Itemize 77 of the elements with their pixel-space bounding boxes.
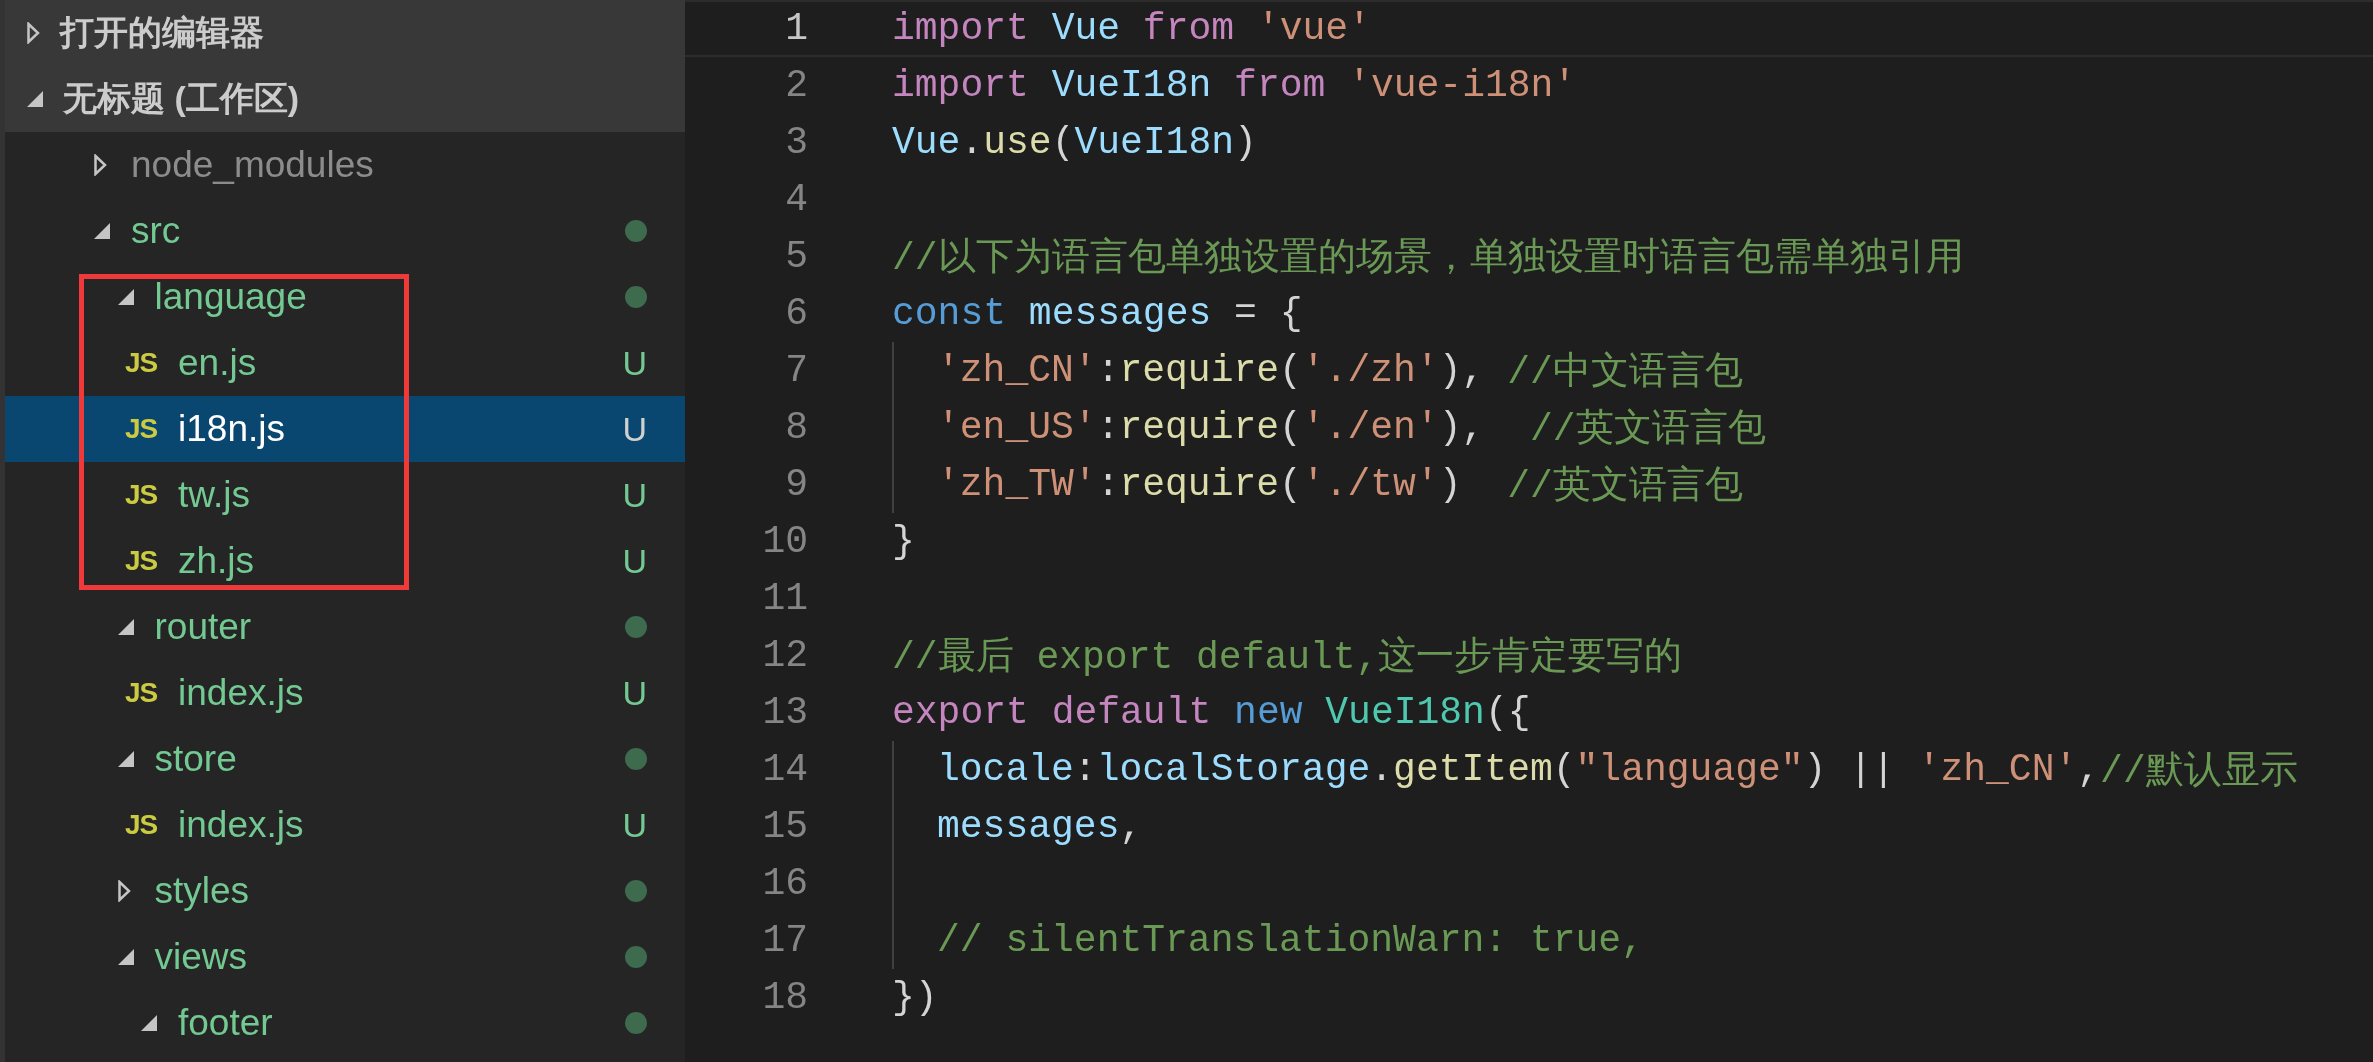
folder-row[interactable]: views	[5, 924, 685, 990]
js-file-icon: JS	[125, 413, 158, 445]
code-line: // silentTranslationWarn: true,	[892, 912, 1644, 969]
file-row[interactable]: JS en.js U	[5, 330, 685, 396]
folder-name: views	[154, 936, 249, 978]
file-row[interactable]: JS tw.js U	[5, 462, 685, 528]
line-number: 6	[784, 292, 808, 335]
section-header[interactable]: 无标题 (工作区)	[5, 66, 685, 132]
folder-name: styles	[154, 870, 251, 912]
file-name: tw.js	[178, 474, 251, 516]
file-row[interactable]: JS index.js U	[5, 792, 685, 858]
js-file-icon: JS	[125, 677, 158, 709]
js-file-icon: JS	[125, 545, 158, 577]
line-number: 4	[784, 178, 808, 221]
line-number: 3	[784, 121, 808, 164]
js-file-icon: JS	[125, 347, 158, 379]
file-name: zh.js	[178, 540, 256, 582]
folder-name: node_modules	[131, 144, 375, 186]
folder-name: router	[154, 606, 253, 648]
code-line: 'zh_CN':require('./zh'), //中文语言包	[892, 342, 1743, 399]
section-header[interactable]: 打开的编辑器	[5, 0, 685, 66]
folder-name: src	[131, 210, 182, 252]
folder-row[interactable]: language	[5, 264, 685, 330]
line-number: 2	[784, 64, 808, 107]
folder-row[interactable]: router	[5, 594, 685, 660]
section-title: 无标题 (工作区)	[63, 78, 300, 119]
line-number: 8	[784, 406, 808, 449]
code-line: }	[892, 519, 915, 565]
folder-row[interactable]: styles	[5, 858, 685, 924]
code-line: locale:localStorage.getItem("language") || 'zh_CN',//默认显示	[892, 741, 2298, 798]
file-row[interactable]: JS index.js U	[5, 660, 685, 726]
file-row[interactable]: JS zh.js U	[5, 528, 685, 594]
folder-name: footer	[178, 1002, 274, 1044]
line-number: 18	[761, 976, 808, 1019]
status-letter: U	[622, 673, 647, 713]
file-name: i18n.js	[178, 408, 286, 450]
status-letter: U	[622, 343, 647, 383]
status-letter: U	[622, 541, 647, 581]
code-line: })	[892, 975, 938, 1021]
line-number: 7	[784, 349, 808, 392]
js-file-icon: JS	[125, 809, 158, 841]
line-number: 12	[761, 634, 808, 677]
folder-row[interactable]: store	[5, 726, 685, 792]
line-number: 16	[761, 862, 808, 905]
file-name: index.js	[178, 672, 305, 714]
section-title: 打开的编辑器	[60, 12, 264, 53]
code-line: import VueI18n from 'vue-i18n'	[892, 63, 1577, 109]
status-letter: U	[622, 475, 647, 515]
folder-name: store	[154, 738, 238, 780]
folder-row[interactable]: footer	[5, 990, 685, 1056]
code-line: Vue.use(VueI18n)	[892, 120, 1257, 166]
status-letter: U	[622, 805, 647, 845]
status-letter: U	[622, 409, 647, 449]
file-name: en.js	[178, 342, 258, 384]
folder-row[interactable]: src	[5, 198, 685, 264]
line-number: 13	[761, 691, 808, 734]
line-number: 15	[761, 805, 808, 848]
line-number: 1	[784, 7, 808, 50]
code-line: const messages = {	[892, 291, 1303, 337]
code-line: 'zh_TW':require('./tw') //英文语言包	[892, 456, 1743, 513]
code-line: messages,	[892, 798, 1143, 855]
line-number: 17	[761, 919, 808, 962]
file-name: index.js	[178, 804, 305, 846]
code-line: 'en_US':require('./en'), //英文语言包	[892, 399, 1766, 456]
js-file-icon: JS	[125, 479, 158, 511]
code-line: //以下为语言包单独设置的场景，单独设置时语言包需单独引用	[892, 236, 1964, 282]
line-number: 10	[761, 520, 808, 563]
code-line: //最后 export default,这一步肯定要写的	[892, 635, 1683, 681]
code-line: export default new VueI18n({	[892, 690, 1531, 736]
line-number: 5	[784, 235, 808, 278]
code-line: import Vue from 'vue'	[892, 6, 1371, 52]
line-number: 9	[784, 463, 808, 506]
file-row[interactable]: JS i18n.js U	[5, 396, 685, 462]
line-number: 11	[761, 577, 808, 620]
folder-name: language	[154, 276, 308, 318]
folder-row[interactable]: node_modules	[5, 132, 685, 198]
line-number: 14	[761, 748, 808, 791]
